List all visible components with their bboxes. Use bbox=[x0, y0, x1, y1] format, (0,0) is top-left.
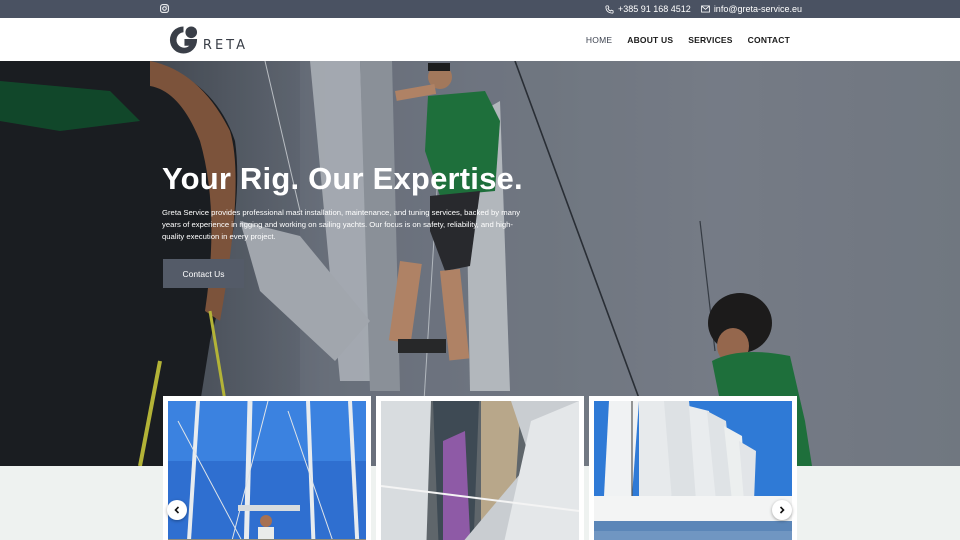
nav-about-us[interactable]: ABOUT US bbox=[627, 35, 673, 45]
logo-text: RETA bbox=[202, 37, 248, 53]
carousel-next-button[interactable] bbox=[772, 500, 792, 520]
chevron-right-icon bbox=[779, 506, 785, 514]
nav-services[interactable]: SERVICES bbox=[688, 35, 732, 45]
top-contact: +385 91 168 4512 info@greta-service.eu bbox=[605, 0, 802, 18]
gallery-card[interactable] bbox=[163, 396, 371, 540]
top-bar: +385 91 168 4512 info@greta-service.eu bbox=[0, 0, 960, 18]
chevron-left-icon bbox=[174, 506, 180, 514]
gallery-image-marina bbox=[594, 401, 792, 540]
site-header: RETA HOME ABOUT US SERVICES CONTACT bbox=[0, 18, 960, 61]
email-address: info@greta-service.eu bbox=[713, 4, 802, 14]
gallery-card[interactable] bbox=[376, 396, 584, 540]
nav-home[interactable]: HOME bbox=[586, 35, 612, 45]
gallery-card[interactable] bbox=[589, 396, 797, 540]
carousel-prev-button[interactable] bbox=[167, 500, 187, 520]
phone-icon bbox=[605, 4, 614, 14]
phone-link[interactable]: +385 91 168 4512 bbox=[605, 4, 691, 14]
gallery-image-masts bbox=[168, 401, 366, 540]
mail-icon bbox=[700, 5, 710, 13]
gallery-image-boats bbox=[381, 401, 579, 540]
phone-number: +385 91 168 4512 bbox=[617, 4, 691, 14]
hero-title: Your Rig. Our Expertise. bbox=[162, 161, 523, 196]
instagram-icon[interactable] bbox=[160, 4, 169, 13]
email-link[interactable]: info@greta-service.eu bbox=[700, 4, 802, 14]
logo[interactable]: RETA bbox=[168, 23, 248, 57]
nav-contact[interactable]: CONTACT bbox=[748, 35, 790, 45]
gallery-carousel bbox=[163, 396, 797, 540]
hero-description: Greta Service provides professional mast… bbox=[162, 208, 521, 242]
main-nav: HOME ABOUT US SERVICES CONTACT bbox=[586, 18, 790, 61]
logo-mark bbox=[169, 26, 198, 54]
contact-us-button[interactable]: Contact Us bbox=[163, 259, 244, 288]
